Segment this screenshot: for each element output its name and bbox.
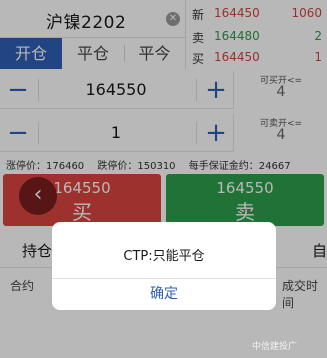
alert-dialog: CTP:只能平仓 确定 bbox=[52, 222, 276, 310]
watermark: 中信建投广 bbox=[252, 342, 298, 352]
confirm-button[interactable]: 确定 bbox=[52, 279, 276, 310]
dialog-message: CTP:只能平仓 bbox=[123, 249, 205, 264]
